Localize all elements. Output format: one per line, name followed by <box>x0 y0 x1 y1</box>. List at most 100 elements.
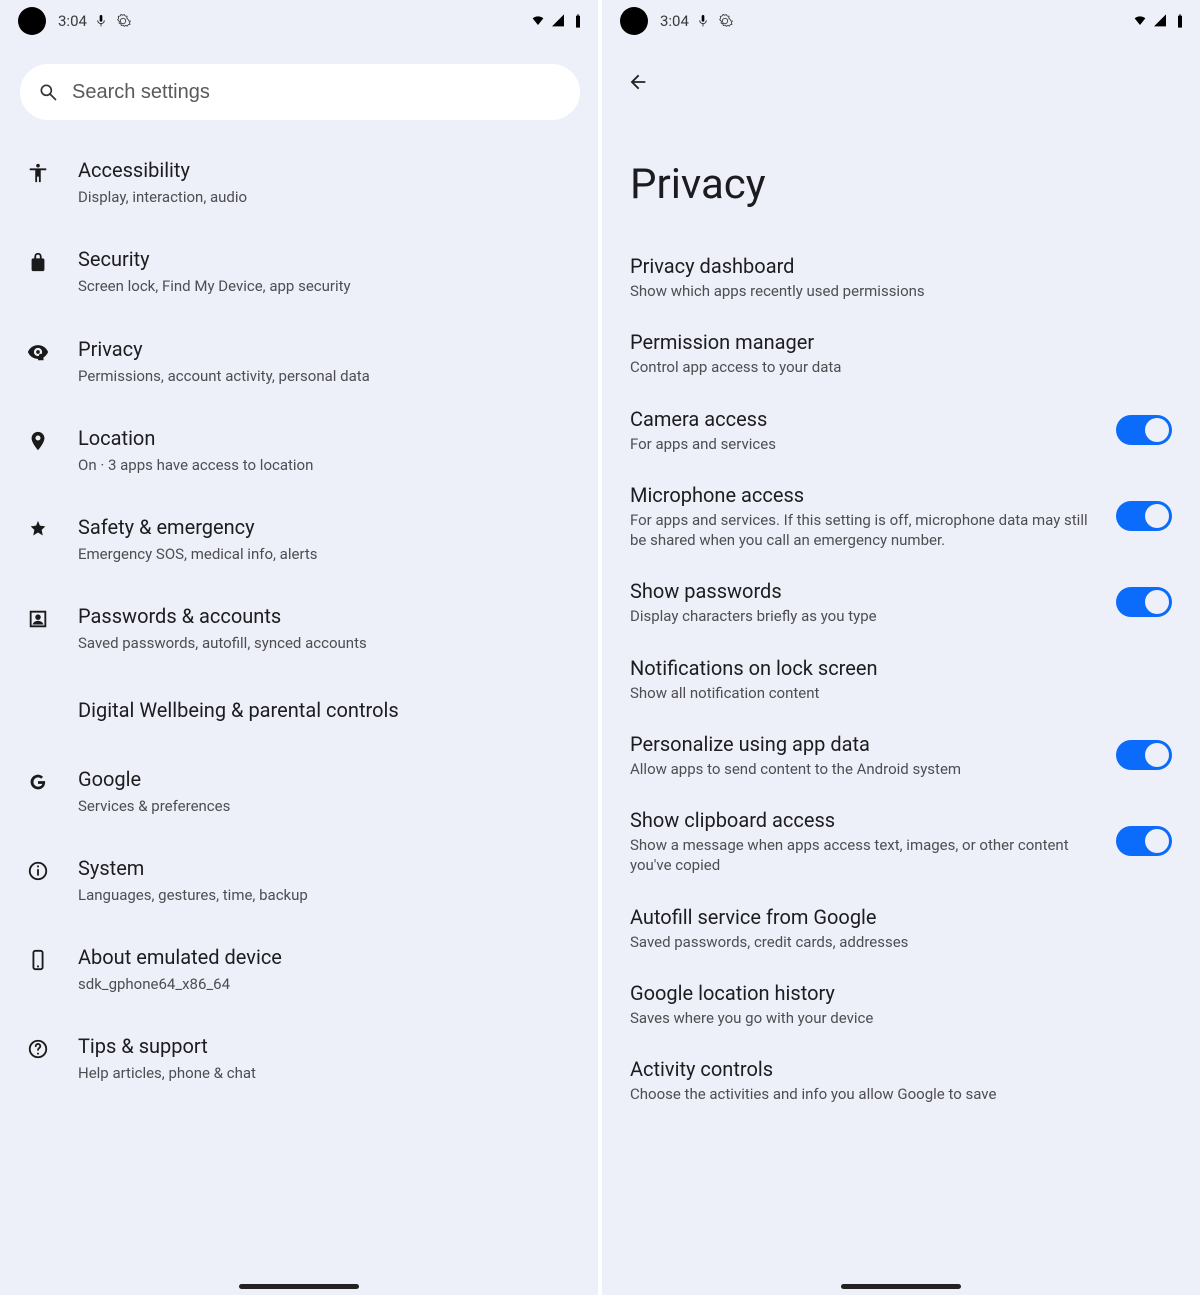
settings-item-title: Tips & support <box>78 1034 574 1059</box>
camera-cutout-icon <box>620 7 648 35</box>
privacy-pane: 3:04 Privacy Privacy dashboardShow which… <box>602 0 1200 1295</box>
settings-item-safety-emergency[interactable]: Safety & emergencyEmergency SOS, medical… <box>0 495 598 584</box>
settings-item-title: Digital Wellbeing & parental controls <box>78 694 574 727</box>
privacy-item-autofill-service-from-google[interactable]: Autofill service from GoogleSaved passwo… <box>602 890 1200 966</box>
back-arrow-icon <box>627 71 649 93</box>
wifi-icon <box>530 13 546 29</box>
settings-item-subtitle: Permissions, account activity, personal … <box>78 366 574 386</box>
google-icon <box>20 767 56 793</box>
privacy-item-subtitle: Choose the activities and info you allow… <box>630 1084 1172 1104</box>
privacy-item-camera-access[interactable]: Camera accessFor apps and services <box>602 392 1200 468</box>
mic-status-icon <box>93 13 109 29</box>
toggle-switch[interactable] <box>1116 415 1172 445</box>
settings-item-title: About emulated device <box>78 945 574 970</box>
device-icon <box>20 945 56 971</box>
wifi-icon <box>1132 13 1148 29</box>
privacy-item-title: Permission manager <box>630 329 1172 355</box>
privacy-item-show-clipboard-access[interactable]: Show clipboard accessShow a message when… <box>602 793 1200 890</box>
privacy-item-personalize-using-app-data[interactable]: Personalize using app dataAllow apps to … <box>602 717 1200 793</box>
privacy-item-show-passwords[interactable]: Show passwordsDisplay characters briefly… <box>602 564 1200 640</box>
info-icon <box>20 856 56 882</box>
battery-icon <box>570 13 586 29</box>
medical-icon <box>20 515 56 541</box>
privacy-item-notifications-on-lock-screen[interactable]: Notifications on lock screenShow all not… <box>602 641 1200 717</box>
mic-status-icon <box>695 13 711 29</box>
settings-item-title: Passwords & accounts <box>78 604 574 629</box>
privacy-item-subtitle: Saved passwords, credit cards, addresses <box>630 932 1172 952</box>
privacy-item-title: Privacy dashboard <box>630 253 1172 279</box>
settings-item-about-emulated-device[interactable]: About emulated device sdk_gphone64_x86_64 <box>0 925 598 1014</box>
privacy-item-microphone-access[interactable]: Microphone accessFor apps and services. … <box>602 468 1200 565</box>
settings-item-accessibility[interactable]: Accessibility Display, interaction, audio <box>0 138 598 227</box>
privacy-item-subtitle: Saves where you go with your device <box>630 1008 1172 1028</box>
gear-status-icon <box>115 13 131 29</box>
toggle-knob <box>1145 743 1169 767</box>
accessibility-icon <box>20 158 56 184</box>
privacy-item-activity-controls[interactable]: Activity controlsChoose the activities a… <box>602 1042 1200 1118</box>
settings-item-passwords-accounts[interactable]: Passwords & accounts Saved passwords, aut… <box>0 584 598 673</box>
toggle-switch[interactable] <box>1116 826 1172 856</box>
camera-cutout-icon <box>18 7 46 35</box>
settings-item-location[interactable]: LocationOn · 3 apps have access to locat… <box>0 406 598 495</box>
settings-item-subtitle: Emergency SOS, medical info, alerts <box>78 544 574 564</box>
toggle-switch[interactable] <box>1116 740 1172 770</box>
privacy-item-google-location-history[interactable]: Google location historySaves where you g… <box>602 966 1200 1042</box>
privacy-item-subtitle: For apps and services <box>630 434 1100 454</box>
location-icon <box>20 426 56 452</box>
nav-handle[interactable] <box>841 1284 961 1289</box>
back-button[interactable] <box>620 64 656 100</box>
cell-signal-icon <box>1152 13 1168 29</box>
settings-item-privacy[interactable]: PrivacyPermissions, account activity, pe… <box>0 317 598 406</box>
settings-item-digital-wellbeing-parental-controls[interactable]: Digital Wellbeing & parental controls <box>0 674 598 747</box>
privacy-item-title: Camera access <box>630 406 1100 432</box>
status-clock: 3:04 <box>660 12 689 30</box>
status-clock: 3:04 <box>58 12 87 30</box>
account-icon <box>20 604 56 630</box>
settings-item-security[interactable]: Security Screen lock, Find My Device, app… <box>0 227 598 316</box>
privacy-list[interactable]: Privacy dashboardShow which apps recentl… <box>602 239 1200 1158</box>
nav-handle[interactable] <box>239 1284 359 1289</box>
search-settings-bar[interactable] <box>20 64 580 120</box>
settings-item-title: Google <box>78 767 574 792</box>
gear-status-icon <box>717 13 733 29</box>
privacy-item-title: Show passwords <box>630 578 1100 604</box>
settings-item-title: System <box>78 856 574 881</box>
settings-item-google[interactable]: GoogleServices & preferences <box>0 747 598 836</box>
privacy-item-subtitle: Control app access to your data <box>630 357 1172 377</box>
toggle-switch[interactable] <box>1116 587 1172 617</box>
toggle-knob <box>1145 590 1169 614</box>
privacy-icon <box>20 337 56 363</box>
lock-icon <box>20 247 56 273</box>
settings-item-subtitle: Screen lock, Find My Device, app securit… <box>78 276 574 296</box>
settings-item-subtitle: Help articles, phone & chat <box>78 1063 574 1083</box>
search-icon <box>38 82 58 102</box>
settings-item-title: Security <box>78 247 574 272</box>
search-settings-input[interactable] <box>72 81 562 104</box>
toggle-knob <box>1145 504 1169 528</box>
settings-list[interactable]: Accessibility Display, interaction, audio… <box>0 138 598 1144</box>
privacy-item-title: Notifications on lock screen <box>630 655 1172 681</box>
privacy-item-permission-manager[interactable]: Permission managerControl app access to … <box>602 315 1200 391</box>
toggle-knob <box>1145 418 1169 442</box>
privacy-item-title: Autofill service from Google <box>630 904 1172 930</box>
settings-item-subtitle: Saved passwords, autofill, synced accoun… <box>78 633 574 653</box>
privacy-item-title: Activity controls <box>630 1056 1172 1082</box>
settings-main-pane: 3:04 Accessibility Display, interaction, … <box>0 0 598 1295</box>
privacy-item-title: Personalize using app data <box>630 731 1100 757</box>
privacy-item-subtitle: Show which apps recently used permission… <box>630 281 1172 301</box>
help-icon <box>20 1034 56 1060</box>
settings-item-title: Location <box>78 426 574 451</box>
page-title: Privacy <box>602 100 1200 239</box>
status-bar: 3:04 <box>602 0 1200 42</box>
settings-item-system[interactable]: System Languages, gestures, time, backup <box>0 836 598 925</box>
privacy-item-subtitle: Allow apps to send content to the Androi… <box>630 759 1100 779</box>
settings-item-title: Accessibility <box>78 158 574 183</box>
settings-item-subtitle: Display, interaction, audio <box>78 187 574 207</box>
status-bar: 3:04 <box>0 0 598 42</box>
settings-item-subtitle: Languages, gestures, time, backup <box>78 885 574 905</box>
privacy-item-privacy-dashboard[interactable]: Privacy dashboardShow which apps recentl… <box>602 239 1200 315</box>
toggle-knob <box>1145 829 1169 853</box>
toggle-switch[interactable] <box>1116 501 1172 531</box>
settings-item-tips-support[interactable]: Tips & support Help articles, phone & cha… <box>0 1014 598 1103</box>
settings-item-subtitle: sdk_gphone64_x86_64 <box>78 974 574 994</box>
